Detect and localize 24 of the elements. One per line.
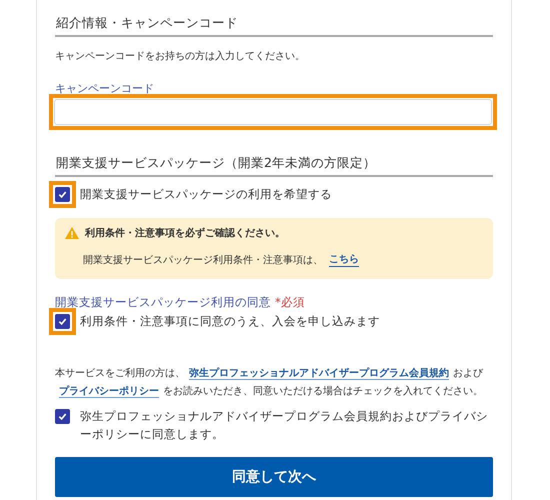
notice-text: 開業支援サービスパッケージ利用条件・注意事項は、 — [83, 254, 323, 266]
section-heading: 開業支援サービスパッケージ（開業2年未満の方限定） — [55, 152, 493, 177]
checkbox-label[interactable]: 利用条件・注意事項に同意のうえ、入会を申し込みます — [80, 314, 380, 329]
terms-link[interactable]: 弥生プロフェッショナルアドバイザープログラム会員規約 — [189, 368, 449, 380]
campaign-code-field[interactable] — [54, 99, 492, 125]
field-label: キャンペーンコード — [55, 81, 155, 96]
checkbox[interactable] — [55, 409, 70, 424]
terms-link[interactable]: プライバシーポリシー — [59, 386, 159, 398]
check-icon — [58, 317, 67, 326]
checkbox[interactable] — [55, 187, 70, 202]
description-text: キャンペーンコードをお持ちの方は入力してください。 — [55, 50, 306, 63]
required-mark: *必須 — [275, 295, 305, 310]
checkbox-label[interactable]: 弥生プロフェッショナルアドバイザープログラム会員規約およびプライバシーポリシーに同意します。 — [80, 407, 493, 443]
warning-icon — [65, 227, 79, 239]
check-icon — [58, 412, 67, 421]
consent-label: 開業支援サービスパッケージ利用の同意 — [55, 295, 271, 310]
notice-title: 利用条件・注意事項を必ずご確認ください。 — [85, 226, 285, 240]
terms-paragraph: 本サービスをご利用の方は、 弥生プロフェッショナルアドバイザープログラム会員規約 および プライバシーポリシー をお読みいただき、同意いただける場合はチェックを入れてください。 — [55, 366, 484, 400]
checkbox-label[interactable]: 開業支援サービスパッケージの利用を希望する — [80, 187, 332, 202]
section-heading: 紹介情報・キャンペーンコード — [55, 12, 493, 37]
check-icon — [58, 190, 67, 199]
submit-button[interactable]: 同意して次へ — [55, 457, 493, 497]
terms-link[interactable]: こちら — [329, 252, 359, 267]
checkbox[interactable] — [55, 314, 70, 329]
